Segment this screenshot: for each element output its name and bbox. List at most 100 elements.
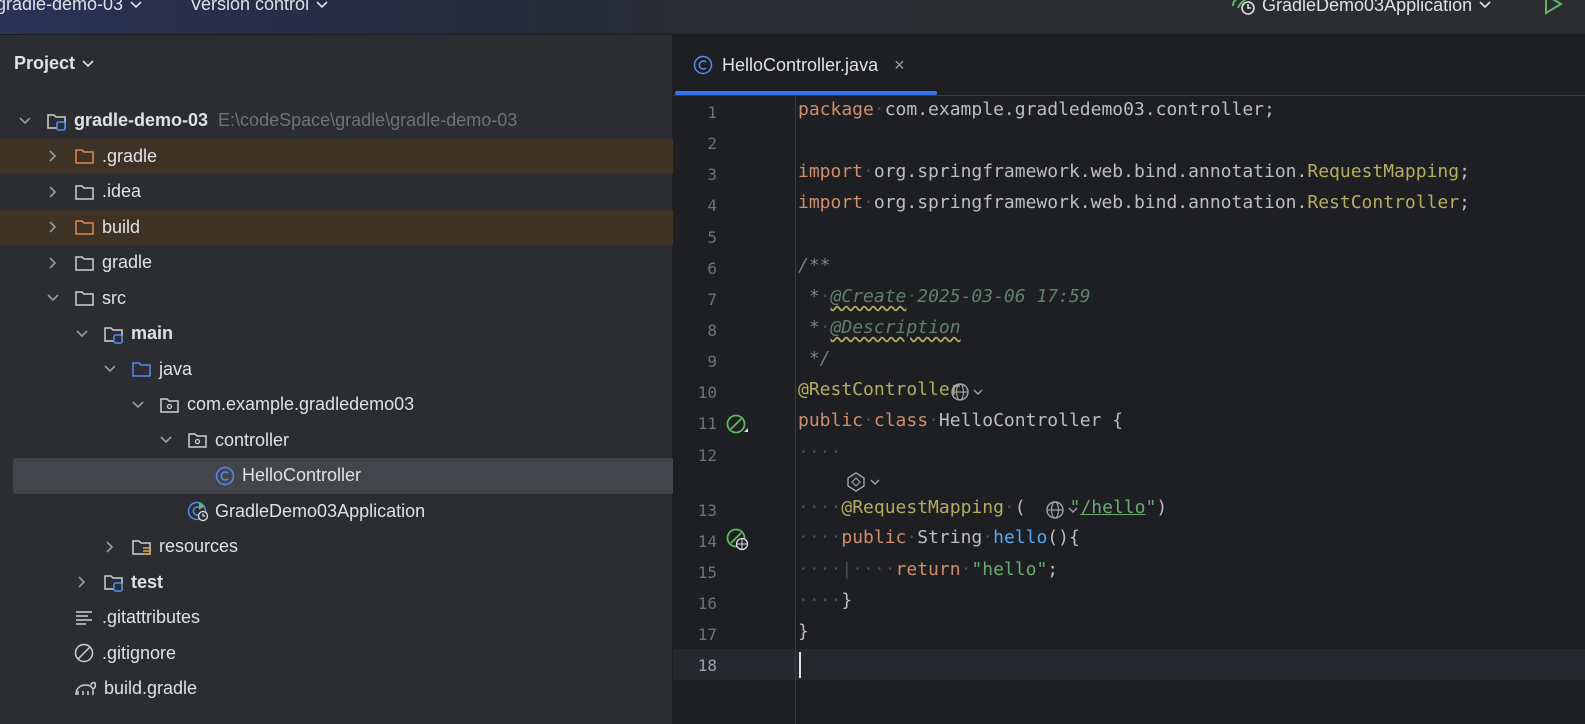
line-number: 15 — [697, 563, 717, 582]
chevron-right-icon[interactable] — [103, 540, 117, 554]
panel-title: Project — [14, 53, 76, 73]
tree-item-resources[interactable]: resources — [0, 529, 775, 565]
tree-item-label: GradleDemo03Application — [215, 500, 426, 521]
code-token: String — [917, 527, 983, 548]
chevron-down-icon[interactable] — [18, 116, 32, 126]
tree-item-label: main — [131, 323, 174, 344]
chevron-right-icon[interactable] — [46, 220, 60, 234]
code-token: public — [798, 410, 864, 431]
project-selector[interactable]: gradle-demo-03 — [0, 0, 143, 15]
chevron-down-icon[interactable] — [46, 293, 60, 303]
folder-icon — [74, 288, 96, 308]
code-token: org.springframework.web.bind.annotation. — [873, 161, 1308, 182]
code-token: class — [873, 410, 929, 431]
chevron-down-icon — [82, 59, 94, 67]
module-folder-icon — [103, 324, 125, 344]
package-icon — [159, 395, 181, 415]
tree-item-build-gradle[interactable]: build.gradle — [0, 671, 746, 707]
tree-item-label: .gitattributes — [102, 607, 201, 628]
endpoint-gutter-icon[interactable] — [725, 528, 751, 552]
code-token: @Create — [830, 286, 907, 307]
ai-assistant-inlay[interactable] — [845, 471, 881, 493]
chevron-right-icon[interactable] — [46, 149, 60, 163]
code-line-16: ····} — [798, 590, 853, 611]
line-number: 16 — [697, 594, 717, 613]
code-token: * — [798, 317, 820, 338]
globe-icon — [951, 383, 969, 401]
chevron-down-icon — [1068, 507, 1078, 513]
run-button[interactable] — [1542, 0, 1564, 16]
chevron-right-icon[interactable] — [75, 575, 89, 589]
spring-bean-gutter-icon[interactable] — [725, 413, 751, 437]
chevron-right-icon[interactable] — [46, 256, 60, 270]
code-token: import — [798, 192, 864, 213]
tree-item-src[interactable]: src — [0, 281, 718, 317]
tree-item-label: test — [131, 571, 164, 592]
line-number: 14 — [697, 532, 717, 551]
tree-item-label: build.gradle — [104, 678, 198, 699]
tree-item-dot-gradle[interactable]: .gradle — [0, 138, 718, 174]
chevron-down-icon — [870, 479, 880, 485]
code-token[interactable]: /hello — [1080, 497, 1145, 518]
folder-icon — [74, 253, 96, 273]
code-token: return — [895, 559, 961, 580]
code-token: (){ — [1047, 527, 1080, 548]
code-line-15: ····|····return·"hello"; — [798, 559, 1059, 580]
tree-item-gitattributes[interactable]: .gitattributes — [0, 600, 746, 636]
tree-item-label: .idea — [102, 181, 142, 202]
line-number: 12 — [697, 446, 717, 465]
chevron-down-icon[interactable] — [75, 329, 89, 339]
web-endpoint-inlay[interactable] — [950, 382, 984, 402]
gutter-divider — [795, 96, 796, 724]
close-icon[interactable]: × — [894, 55, 905, 76]
tab-hello-controller[interactable]: HelloController.java × — [673, 35, 937, 95]
tree-item-java[interactable]: java — [0, 352, 775, 388]
tree-item-label: src — [102, 287, 126, 308]
tab-label: HelloController.java — [722, 54, 879, 75]
run-config-selector[interactable]: GradleDemo03Application — [1230, 0, 1492, 16]
vcs-selector[interactable]: Version control — [190, 0, 329, 15]
run-config-label: GradleDemo03Application — [1262, 0, 1473, 15]
line-number-current: 18 — [697, 656, 717, 675]
chevron-right-icon[interactable] — [46, 185, 60, 199]
web-endpoint-inlay[interactable] — [1045, 500, 1079, 520]
active-tab-indicator — [675, 91, 937, 95]
code-line-8: *·@Description — [798, 317, 961, 338]
code-line-13: ····@RequestMapping·("/hello") — [798, 497, 1168, 518]
tree-item-label: HelloController — [242, 465, 362, 486]
tree-item-gitignore[interactable]: .gitignore — [0, 636, 746, 672]
tree-item-build[interactable]: build — [0, 209, 718, 245]
package-icon — [187, 430, 209, 450]
tree-item-label: .gitignore — [102, 642, 177, 663]
chevron-down-icon[interactable] — [159, 435, 173, 445]
code-line-10: @RestController — [798, 379, 961, 400]
project-view-selector[interactable]: Project — [14, 53, 95, 74]
tree-item-gradle[interactable]: gradle — [0, 245, 718, 281]
chevron-down-icon[interactable] — [131, 400, 145, 410]
code-token: RequestMapping — [1307, 161, 1460, 182]
text-caret — [799, 652, 801, 678]
tree-item-label: .gradle — [102, 145, 158, 166]
line-number: 11 — [697, 414, 717, 433]
code-token: @RestController — [798, 379, 961, 400]
code-token: org.springframework.web.bind.annotation. — [873, 192, 1308, 213]
ignore-file-icon — [74, 642, 96, 664]
code-token: public — [841, 527, 907, 548]
tree-item-main[interactable]: main — [0, 316, 747, 352]
code-line-11: public·class·HelloController { — [798, 410, 1124, 431]
line-number: 10 — [697, 383, 717, 402]
tree-item-gradle-demo-03[interactable]: gradle-demo-03 E:\codeSpace\gradle\gradl… — [0, 103, 690, 139]
code-line-12: ···· — [798, 442, 842, 463]
tree-item-dot-idea[interactable]: .idea — [0, 174, 718, 210]
chevron-down-icon[interactable] — [103, 364, 117, 374]
tree-item-test[interactable]: test — [0, 565, 747, 601]
code-line-3: import·org.springframework.web.bind.anno… — [798, 161, 1470, 182]
excluded-folder-icon — [74, 146, 96, 166]
folder-icon — [74, 182, 96, 202]
text-file-icon — [74, 608, 96, 628]
tree-item-label: com.example.gradledemo03 — [187, 394, 415, 415]
code-editor[interactable]: HelloController.java × 1 2 3 4 5 6 7 8 9… — [673, 35, 1585, 724]
editor-tab-strip: HelloController.java × — [673, 35, 1585, 96]
code-token: @Description — [830, 317, 961, 338]
project-tool-window: Project gradle-demo-03 E:\codeSpace\grad… — [0, 35, 856, 724]
